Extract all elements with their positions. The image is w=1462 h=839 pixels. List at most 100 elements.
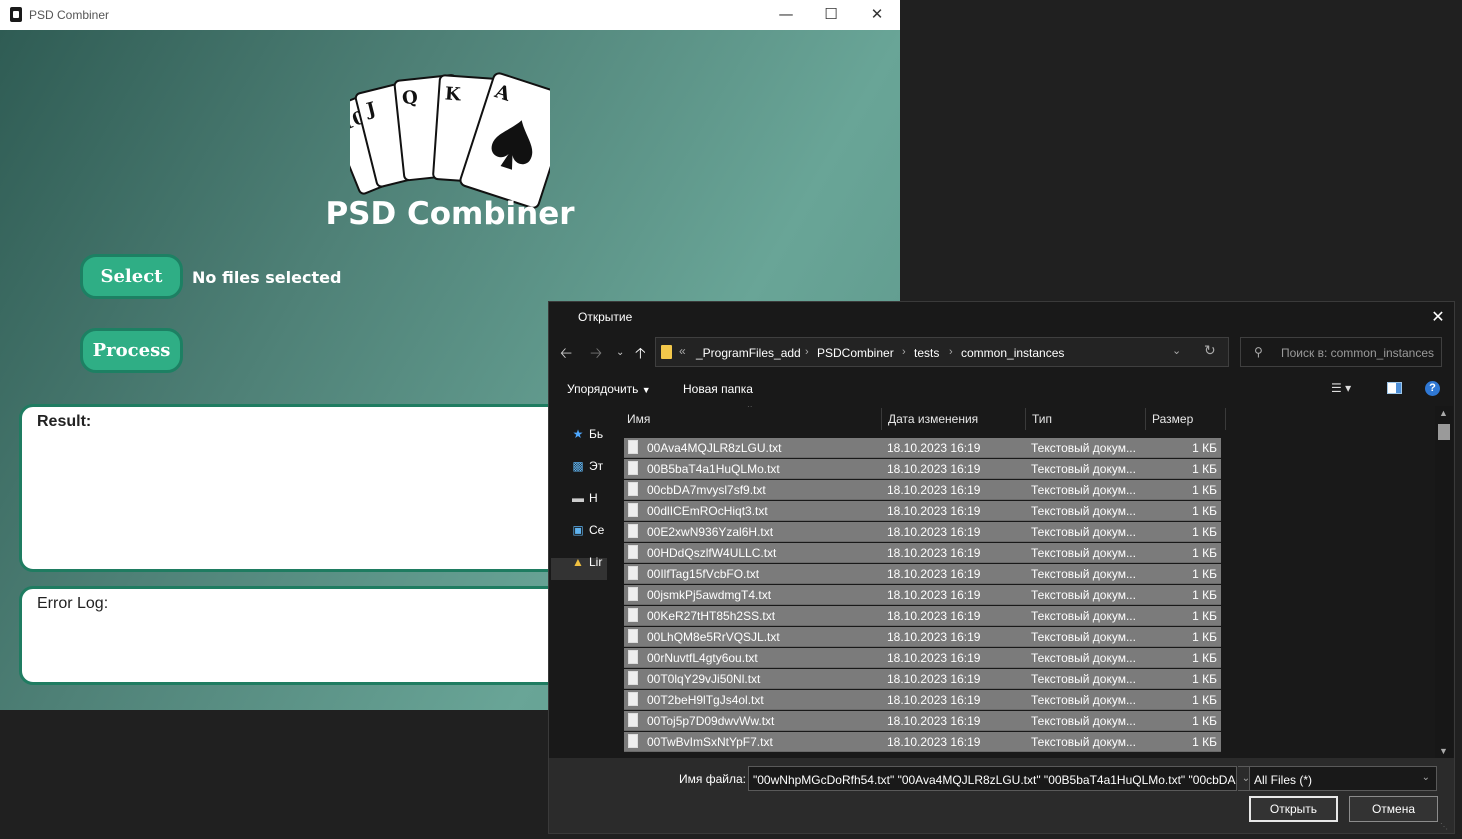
navigation-pane: ★ Бь ▩ Эт ▬ Н ▣ Се ▲ Lir — [549, 406, 607, 758]
dialog-title: Открытие — [578, 310, 633, 324]
file-row[interactable]: 00T2beH9lTgJs4ol.txt 18.10.2023 16:19 Текс… — [624, 690, 1221, 710]
breadcrumb-separator-icon[interactable]: › — [902, 346, 906, 358]
search-box[interactable]: ⚲ Поиск в: common_instances — [1240, 337, 1442, 367]
column-date-header[interactable]: Дата изменения — [888, 412, 978, 426]
close-button[interactable]: ✕ — [854, 0, 900, 30]
search-input[interactable]: Поиск в: common_instances — [1281, 346, 1434, 360]
file-row[interactable]: 00KeR27tHT85h2SS.txt 18.10.2023 16:19 Текс… — [624, 606, 1221, 626]
error-log-label: Error Log: — [37, 595, 109, 612]
file-type: Текстовый докум... — [1031, 651, 1136, 665]
file-name: 00T2beH9lTgJs4ol.txt — [647, 693, 764, 707]
nav-item-this-pc[interactable]: ▩ Эт — [571, 459, 603, 473]
breadcrumb-tests[interactable]: tests — [914, 346, 939, 360]
nav-item-quick-access[interactable]: ★ Бь — [571, 427, 604, 441]
back-button[interactable]: 🡠 — [560, 343, 572, 368]
nav-item-label: Lir — [589, 555, 603, 569]
column-type-header[interactable]: Тип — [1032, 412, 1052, 426]
file-name: 00jsmkPj5awdmgT4.txt — [647, 588, 772, 602]
file-name: 00Toj5p7D09dwvWw.txt — [647, 714, 775, 728]
text-file-icon — [628, 440, 638, 454]
view-options-icon[interactable]: ☰ ▾ — [1331, 381, 1351, 395]
address-bar[interactable]: « _ProgramFiles_add › PSDCombiner › test… — [655, 337, 1229, 367]
dialog-close-button[interactable]: ✕ — [1423, 304, 1453, 330]
filename-input[interactable]: "00wNhpMGcDoRfh54.txt" "00Ava4MQJLR8zLGU… — [748, 766, 1237, 791]
process-button[interactable]: Process — [80, 328, 183, 373]
refresh-icon[interactable]: ↻ — [1204, 343, 1216, 359]
file-type: Текстовый докум... — [1031, 483, 1136, 497]
filename-label: Имя файла: — [679, 772, 746, 786]
file-date: 18.10.2023 16:19 — [887, 630, 981, 644]
file-row[interactable]: 00rNuvtfL4gty6ou.txt 18.10.2023 16:19 Текс… — [624, 648, 1221, 668]
file-name: 00E2xwN936Yzal6H.txt — [647, 525, 774, 539]
file-size: 1 КБ — [1192, 630, 1217, 644]
column-name-header[interactable]: Имя — [627, 412, 650, 426]
overflow-chevron-icon[interactable]: « — [679, 344, 686, 358]
up-folder-button[interactable]: 🡡 — [635, 343, 646, 368]
preview-pane-icon[interactable] — [1387, 382, 1402, 394]
network-icon: ▣ — [572, 523, 584, 537]
app-titlebar: PSD Combiner — ☐ ✕ — [0, 0, 900, 30]
organize-menu[interactable]: Упорядочить ▼ — [567, 382, 651, 396]
text-file-icon — [628, 545, 638, 559]
file-row[interactable]: 00TwBvImSxNtYpF7.txt 18.10.2023 16:19 Текс… — [624, 732, 1221, 752]
file-row[interactable]: 00IlfTag15fVcbFO.txt 18.10.2023 16:19 Текс… — [624, 564, 1221, 584]
column-size-header[interactable]: Размер — [1152, 412, 1193, 426]
file-row[interactable]: 00HDdQszlfW4ULLC.txt 18.10.2023 16:19 Текс… — [624, 543, 1221, 563]
file-date: 18.10.2023 16:19 — [887, 651, 981, 665]
file-name: 00T0lqY29vJi50Nl.txt — [647, 672, 761, 686]
column-divider[interactable] — [1025, 408, 1026, 430]
text-file-icon — [628, 671, 638, 685]
column-divider[interactable] — [881, 408, 882, 430]
text-file-icon — [628, 503, 638, 517]
nav-item-drive[interactable]: ▬ Н — [571, 491, 598, 505]
nav-item-linux[interactable]: ▲ Lir — [571, 555, 602, 569]
maximize-button[interactable]: ☐ — [808, 0, 854, 30]
file-size: 1 КБ — [1192, 546, 1217, 560]
file-type: Текстовый докум... — [1031, 546, 1136, 560]
file-row[interactable]: 00Ava4MQJLR8zLGU.txt 18.10.2023 16:19 Текс… — [624, 438, 1221, 458]
file-name: 00KeR27tHT85h2SS.txt — [647, 609, 776, 623]
scroll-down-icon[interactable]: ▼ — [1439, 746, 1448, 756]
column-divider[interactable] — [1145, 408, 1146, 430]
file-row[interactable]: 00E2xwN936Yzal6H.txt 18.10.2023 16:19 Текс… — [624, 522, 1221, 542]
address-dropdown-icon[interactable]: ⌄ — [1172, 344, 1181, 357]
file-date: 18.10.2023 16:19 — [887, 714, 981, 728]
cancel-button[interactable]: Отмена — [1349, 796, 1438, 822]
breadcrumb-psdcombiner[interactable]: PSDCombiner — [817, 346, 894, 360]
playing-cards-logo: 10 J Q K A — [350, 72, 550, 209]
file-row[interactable]: 00B5baT4a1HuQLMo.txt 18.10.2023 16:19 Текс… — [624, 459, 1221, 479]
new-folder-button[interactable]: Новая папка — [683, 382, 753, 396]
forward-button[interactable]: 🡢 — [590, 343, 602, 368]
file-name: 00LhQM8e5RrVQSJL.txt — [647, 630, 780, 644]
error-log-panel[interactable]: Error Log: — [19, 586, 579, 685]
select-button[interactable]: Select — [80, 254, 183, 299]
resize-grip-icon[interactable]: ⋱ — [1440, 822, 1450, 832]
result-panel[interactable]: Result: — [19, 404, 579, 572]
breadcrumb-common-instances[interactable]: common_instances — [961, 346, 1064, 360]
nav-item-network[interactable]: ▣ Се — [571, 523, 604, 537]
help-icon[interactable]: ? — [1425, 381, 1440, 396]
breadcrumb-separator-icon[interactable]: › — [805, 346, 809, 358]
file-row[interactable]: 00cbDA7mvysl7sf9.txt 18.10.2023 16:19 Текс… — [624, 480, 1221, 500]
app-window-title: PSD Combiner — [29, 8, 110, 22]
chevron-down-icon: ▼ — [641, 385, 651, 395]
breadcrumb-separator-icon[interactable]: › — [949, 346, 953, 358]
folder-icon — [661, 345, 672, 359]
file-date: 18.10.2023 16:19 — [887, 483, 981, 497]
file-row[interactable]: 00T0lqY29vJi50Nl.txt 18.10.2023 16:19 Текс… — [624, 669, 1221, 689]
file-date: 18.10.2023 16:19 — [887, 609, 981, 623]
vertical-scrollbar[interactable]: ▲ ▼ — [1435, 406, 1453, 758]
breadcrumb-programfiles[interactable]: _ProgramFiles_add — [696, 346, 801, 360]
column-divider[interactable] — [1225, 408, 1226, 430]
file-row[interactable]: 00Toj5p7D09dwvWw.txt 18.10.2023 16:19 Текс… — [624, 711, 1221, 731]
open-button[interactable]: Открыть — [1249, 796, 1338, 822]
recent-locations-chevron-icon[interactable]: ⌄ — [616, 347, 624, 358]
file-row[interactable]: 00jsmkPj5awdmgT4.txt 18.10.2023 16:19 Текс… — [624, 585, 1221, 605]
file-row[interactable]: 00LhQM8e5RrVQSJL.txt 18.10.2023 16:19 Текс… — [624, 627, 1221, 647]
file-row[interactable]: 00dlICEmROcHiqt3.txt 18.10.2023 16:19 Текс… — [624, 501, 1221, 521]
filetype-select[interactable]: All Files (*) ⌄ — [1249, 766, 1437, 791]
file-type: Текстовый докум... — [1031, 693, 1136, 707]
scroll-up-icon[interactable]: ▲ — [1439, 408, 1448, 418]
scrollbar-thumb[interactable] — [1438, 424, 1450, 440]
minimize-button[interactable]: — — [763, 0, 809, 30]
